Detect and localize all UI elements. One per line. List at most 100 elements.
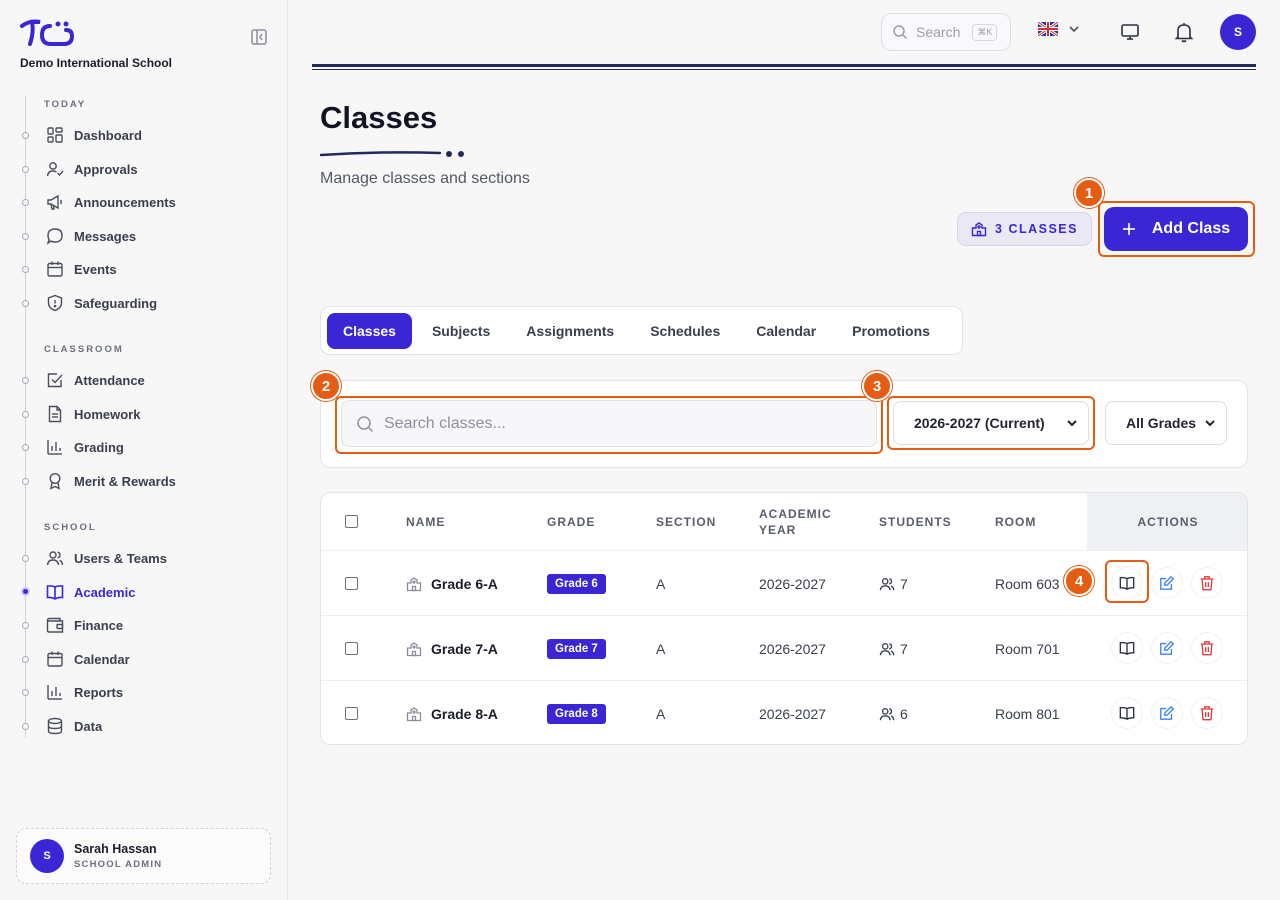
book-open-icon — [1119, 641, 1135, 656]
sidebar: Demo International School TODAY Dashboar… — [0, 0, 288, 900]
nav-dot — [22, 233, 29, 240]
tab-subjects[interactable]: Subjects — [416, 313, 506, 349]
tab-calendar[interactable]: Calendar — [740, 313, 832, 349]
sidebar-item-finance[interactable]: Finance — [46, 612, 266, 638]
section-cell: A — [656, 705, 666, 722]
user-name: Sarah Hassan — [74, 842, 157, 856]
user-profile-card[interactable]: S Sarah Hassan SCHOOL ADMIN — [16, 828, 271, 884]
class-count-label: 3 CLASSES — [995, 222, 1078, 236]
sidebar-collapse-icon[interactable] — [250, 28, 268, 46]
account-avatar[interactable]: S — [1220, 14, 1256, 50]
users-icon — [46, 551, 64, 566]
table-row[interactable]: Grade 7-A Grade 7 A 2026-2027 7 Room 701 — [321, 615, 1247, 681]
delete-class-button[interactable] — [1192, 633, 1222, 663]
tab-schedules[interactable]: Schedules — [634, 313, 736, 349]
sidebar-item-dashboard[interactable]: Dashboard — [46, 122, 266, 148]
class-name-cell: Grade 8-A — [406, 681, 498, 744]
delete-class-button[interactable] — [1192, 698, 1222, 728]
book-open-icon — [1119, 706, 1135, 721]
column-header-students[interactable]: STUDENTS — [879, 493, 952, 550]
grade-cell: Grade 6 — [547, 551, 606, 616]
language-selector[interactable] — [1038, 22, 1080, 36]
sidebar-item-label: Calendar — [74, 651, 130, 667]
view-subjects-button[interactable] — [1112, 633, 1142, 663]
section-cell: A — [656, 575, 666, 592]
sidebar-item-announcements[interactable]: Announcements — [46, 189, 266, 215]
shortcut-hint: ⌘K — [972, 23, 998, 41]
class-search-input[interactable] — [384, 414, 864, 433]
nav-dot — [22, 478, 29, 485]
sidebar-item-attendance[interactable]: Attendance — [46, 367, 266, 393]
students-cell: 7 — [879, 616, 908, 681]
column-header-room[interactable]: ROOM — [995, 493, 1036, 550]
dashboard-icon — [47, 127, 63, 143]
school-building-icon — [406, 576, 422, 591]
sidebar-item-reports[interactable]: Reports — [46, 679, 266, 705]
sidebar-item-label: Merit & Rewards — [74, 473, 176, 489]
students-cell: 6 — [879, 681, 908, 744]
select-all-cell — [345, 493, 358, 550]
column-header-grade[interactable]: GRADE — [547, 493, 595, 550]
sidebar-item-grading[interactable]: Grading — [46, 434, 266, 460]
column-header-section[interactable]: SECTION — [656, 493, 716, 550]
nav-section-classroom: CLASSROOM — [44, 344, 124, 355]
grade-filter-select[interactable]: All Grades — [1105, 401, 1227, 445]
sidebar-item-users-teams[interactable]: Users & Teams — [46, 545, 266, 571]
table-row[interactable]: Grade 8-A Grade 8 A 2026-2027 6 Room 801 — [321, 680, 1247, 744]
row-checkbox[interactable] — [345, 707, 358, 720]
table-row[interactable]: Grade 6-A Grade 6 A 2026-2027 7 Room 603 — [321, 550, 1247, 616]
delete-class-button[interactable] — [1192, 568, 1222, 598]
megaphone-icon — [47, 194, 62, 210]
edit-class-button[interactable] — [1152, 698, 1182, 728]
student-count: 7 — [900, 575, 908, 592]
sidebar-item-homework[interactable]: Homework — [46, 401, 266, 427]
tab-classes[interactable]: Classes — [327, 312, 412, 349]
edit-icon — [1160, 575, 1175, 590]
class-name: Grade 6-A — [431, 575, 498, 592]
checkbox-icon — [47, 373, 63, 388]
search-icon — [357, 415, 374, 432]
sidebar-item-messages[interactable]: Messages — [46, 223, 266, 249]
sidebar-item-label: Data — [74, 718, 103, 734]
monitor-icon[interactable] — [1118, 20, 1142, 44]
view-subjects-button[interactable] — [1112, 698, 1142, 728]
row-checkbox[interactable] — [345, 577, 358, 590]
column-header-academic-year[interactable]: ACADEMIC YEAR — [759, 493, 832, 550]
tab-promotions[interactable]: Promotions — [836, 313, 946, 349]
row-checkbox[interactable] — [345, 642, 358, 655]
add-class-button[interactable]: Add Class — [1104, 207, 1248, 251]
annotation-marker-3: 3 — [862, 371, 892, 401]
sidebar-item-calendar[interactable]: Calendar — [46, 646, 266, 672]
edit-icon — [1160, 640, 1175, 655]
sidebar-item-academic[interactable]: Academic — [46, 579, 266, 605]
column-header-name[interactable]: NAME — [406, 493, 445, 550]
school-building-icon — [406, 706, 422, 721]
nav-dot — [22, 444, 29, 451]
tab-assignments[interactable]: Assignments — [510, 313, 630, 349]
nav-section-school: SCHOOL — [44, 522, 97, 533]
grade-filter-value: All Grades — [1126, 415, 1197, 431]
sidebar-item-events[interactable]: Events — [46, 256, 266, 282]
bell-icon[interactable] — [1172, 20, 1196, 44]
trash-icon — [1200, 706, 1214, 721]
sidebar-item-safeguarding[interactable]: Safeguarding — [46, 290, 266, 316]
global-search[interactable]: Search ⌘K — [881, 13, 1011, 51]
view-subjects-button[interactable] — [1112, 568, 1142, 598]
select-all-checkbox[interactable] — [345, 515, 358, 528]
nav-dot — [22, 555, 29, 562]
academic-year-select[interactable]: 2026-2027 (Current) — [893, 401, 1089, 445]
nav-dot — [22, 199, 29, 206]
edit-class-button[interactable] — [1152, 568, 1182, 598]
sidebar-item-data[interactable]: Data — [46, 713, 266, 739]
header-divider-thin — [312, 69, 1256, 70]
nav-dot — [22, 689, 29, 696]
sidebar-item-merit-rewards[interactable]: Merit & Rewards — [46, 468, 266, 494]
sidebar-item-approvals[interactable]: Approvals — [46, 156, 266, 182]
user-role: SCHOOL ADMIN — [74, 859, 163, 870]
edit-class-button[interactable] — [1152, 633, 1182, 663]
annotation-marker-4: 4 — [1064, 566, 1094, 596]
nav-dot — [22, 411, 29, 418]
nav-dot — [22, 266, 29, 273]
nav-dot — [22, 622, 29, 629]
user-check-icon — [46, 162, 64, 177]
